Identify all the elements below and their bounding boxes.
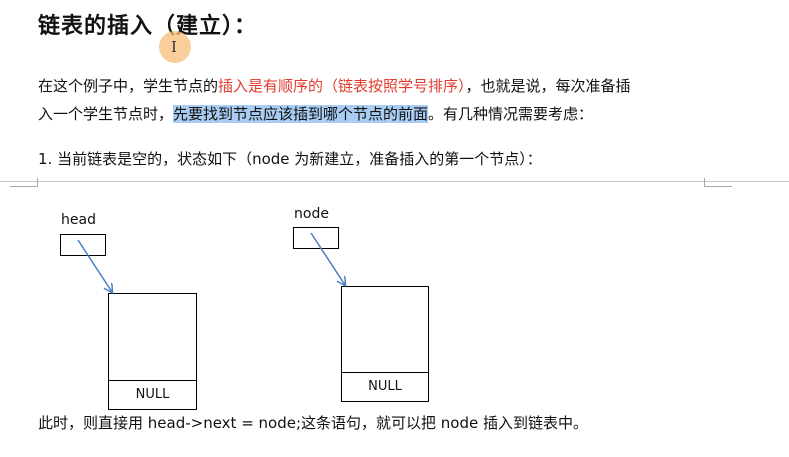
diagram-arrows bbox=[77, 232, 789, 457]
head-arrow bbox=[77, 239, 112, 292]
bottom-text[interactable]: 此时，则直接用 head->next = node;这条语句，就可以把 node… bbox=[38, 412, 588, 433]
node-arrow bbox=[310, 232, 345, 285]
